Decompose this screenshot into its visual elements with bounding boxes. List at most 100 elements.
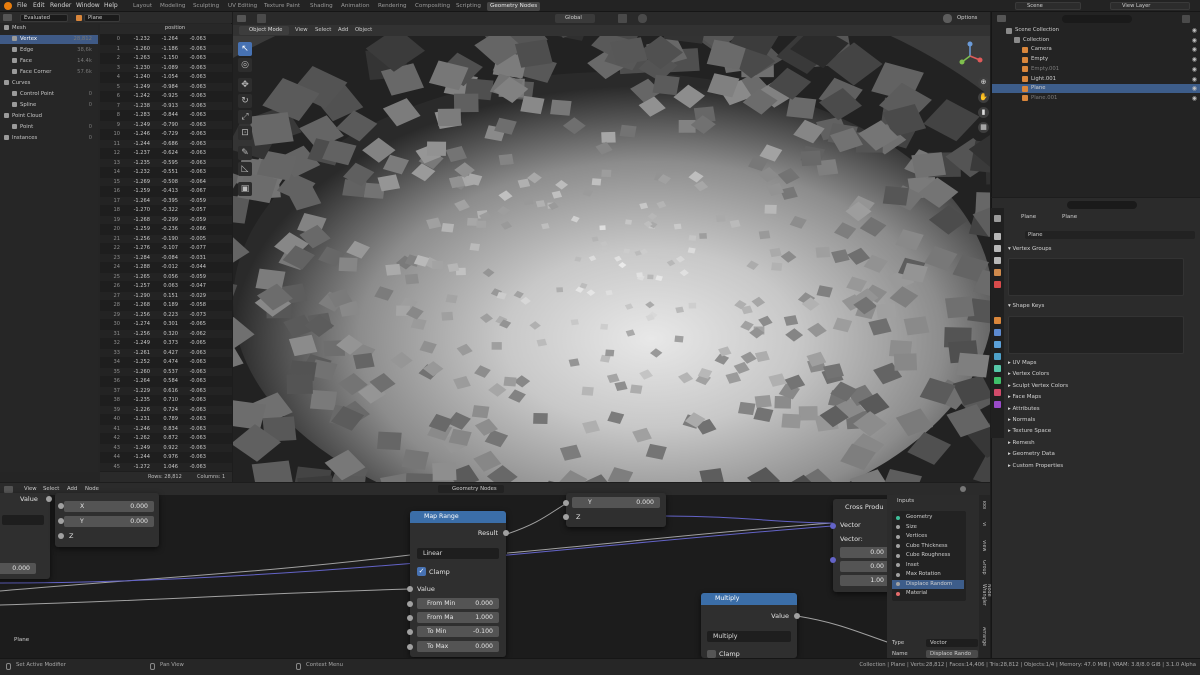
to-min-socket[interactable] [407,629,413,635]
vertex-groups-list[interactable] [1008,258,1184,296]
inputs-panel-title[interactable]: Inputs [897,498,914,504]
tool-tab-icon[interactable] [994,215,1001,222]
sidebar-tab[interactable]: Vi [981,522,986,527]
properties-section-header[interactable]: ▾ Vertex Groups [1008,245,1052,254]
tab-layout[interactable]: Layout [130,2,155,11]
transform-tool-icon[interactable]: ⊡ [238,126,252,140]
visibility-eye-icon[interactable]: ◉ [1192,36,1197,45]
proportional-edit-icon[interactable] [638,14,647,23]
value-field[interactable]: 0.000 [0,563,36,574]
to-max-socket[interactable] [407,644,413,650]
editor-type-icon[interactable] [997,15,1006,22]
name-field[interactable]: Displace Rando [926,650,978,658]
properties-section-header[interactable]: ▸ Vertex Colors [1008,370,1049,379]
properties-section-header[interactable]: ▾ Shape Keys [1008,302,1044,311]
input-list-item[interactable]: Material [892,589,964,598]
perspective-grid-icon[interactable]: ▦ [978,122,989,133]
multiply-node[interactable]: Multiply Value Multiply Clamp [701,593,800,658]
tab-animation[interactable]: Animation [338,2,373,11]
outliner-item[interactable]: Plane.001 ◉ [992,94,1200,103]
map-range-node[interactable]: Map Range Result Linear ✓ Clamp Value Fr… [407,511,509,657]
physics-tab-icon[interactable] [994,353,1001,360]
output-tab-icon[interactable] [994,245,1001,252]
scale-tool-icon[interactable]: ⤢ [238,110,252,124]
visibility-eye-icon[interactable]: ◉ [1192,26,1197,35]
scene-selector[interactable]: Scene [1015,2,1081,10]
node-menu-select[interactable]: Select [43,486,59,492]
texture-tab-icon[interactable] [994,401,1001,408]
viewport-menu-select[interactable]: Select [315,27,331,33]
pan-hand-icon[interactable]: ✋ [978,92,989,103]
zoom-icon[interactable]: ⊕ [978,77,989,88]
result-output-socket[interactable] [503,530,509,536]
cursor-tool-icon[interactable]: ◎ [238,58,252,72]
outliner-item[interactable]: Plane ◉ [992,84,1200,94]
menu-edit[interactable]: Edit [33,2,45,9]
domain-item[interactable]: Instances 0 [0,134,98,143]
multiply-header[interactable]: Multiply [701,593,797,605]
visibility-eye-icon[interactable]: ◉ [1192,75,1197,84]
outliner-search-input[interactable] [1062,15,1132,23]
tab-shading[interactable]: Shading [307,2,336,11]
input-list-item[interactable]: Displace Random [892,579,964,589]
view-layer-selector[interactable]: View Layer [1110,2,1190,10]
menu-help[interactable]: Help [104,2,118,9]
value-input-socket[interactable] [407,586,413,592]
z-input-socket[interactable] [58,533,64,539]
navigation-gizmo[interactable] [956,40,984,68]
rotate-tool-icon[interactable]: ↻ [238,94,252,108]
move-tool-icon[interactable]: ✥ [238,78,252,92]
tab-uv-editing[interactable]: UV Editing [225,2,260,11]
menu-render[interactable]: Render [50,2,71,9]
visibility-eye-icon[interactable]: ◉ [1192,65,1197,74]
viewport-menu-view[interactable]: View [295,27,308,33]
domain-item[interactable]: Control Point 0 [0,90,98,99]
camera-view-icon[interactable]: ▮ [978,107,989,118]
vector-x-field[interactable]: 0.00 [840,547,890,558]
domain-item[interactable]: Face Corner 57.6k [0,68,98,77]
z-input-socket[interactable] [563,514,569,520]
node-menu-add[interactable]: Add [67,486,77,492]
properties-section-header[interactable]: ▸ Remesh [1008,439,1035,448]
y-field[interactable]: Y 0.000 [64,516,154,527]
menu-window[interactable]: Window [76,2,100,9]
evaluation-mode-dropdown[interactable]: Evaluated [20,14,68,22]
input-list-item[interactable]: Inset [892,561,964,570]
sidebar-tab[interactable]: Tool [981,500,986,509]
map-range-header[interactable]: Map Range [410,511,506,523]
input-list-item[interactable]: Cube Roughness [892,551,964,560]
measure-tool-icon[interactable]: ◺ [238,162,252,176]
properties-section-header[interactable]: ▸ UV Maps [1008,359,1037,368]
tab-texture-paint[interactable]: Texture Paint [261,2,303,11]
visibility-eye-icon[interactable]: ◉ [1192,94,1197,103]
outliner-item[interactable]: Empty.001 ◉ [992,65,1200,74]
menu-file[interactable]: File [17,2,27,9]
world-tab-icon[interactable] [994,281,1001,288]
properties-section-header[interactable]: ▸ Geometry Data [1008,450,1055,459]
properties-search-input[interactable] [1067,201,1137,209]
blender-logo-icon[interactable] [4,2,12,10]
object-mode-dropdown[interactable]: Object Mode [239,26,289,35]
domain-item[interactable]: Curves [0,79,98,88]
viewport-menu-object[interactable]: Object [355,27,372,33]
domain-item[interactable]: Face 14.4k [0,57,98,66]
cross-product-node[interactable]: Cross Produ Vector Vector: 0.00 0.00 1.0… [830,499,893,592]
mesh-data-tab-icon[interactable] [994,377,1001,384]
visibility-eye-icon[interactable]: ◉ [1192,45,1197,54]
domain-item[interactable]: Edge 38,6k [0,46,98,55]
tab-geometry-nodes[interactable]: Geometry Nodes [487,2,541,11]
y-input-socket[interactable] [563,500,569,506]
viewport-menu-add[interactable]: Add [338,27,348,33]
input-list-item[interactable]: Geometry [892,513,964,522]
vector-y-field[interactable]: 0.00 [840,561,890,572]
constraints-tab-icon[interactable] [994,365,1001,372]
domain-item[interactable]: Mesh [0,24,98,33]
render-tab-icon[interactable] [994,233,1001,240]
select-tool-icon[interactable]: ↖ [238,42,252,56]
tab-modeling[interactable]: Modeling [157,2,188,11]
properties-section-header[interactable]: ▸ Texture Space [1008,427,1051,436]
properties-section-header[interactable]: ▸ Face Maps [1008,393,1041,402]
value-output-socket[interactable] [794,613,800,619]
add-cube-tool-icon[interactable]: ▣ [238,182,252,196]
3d-viewport[interactable] [233,12,990,482]
